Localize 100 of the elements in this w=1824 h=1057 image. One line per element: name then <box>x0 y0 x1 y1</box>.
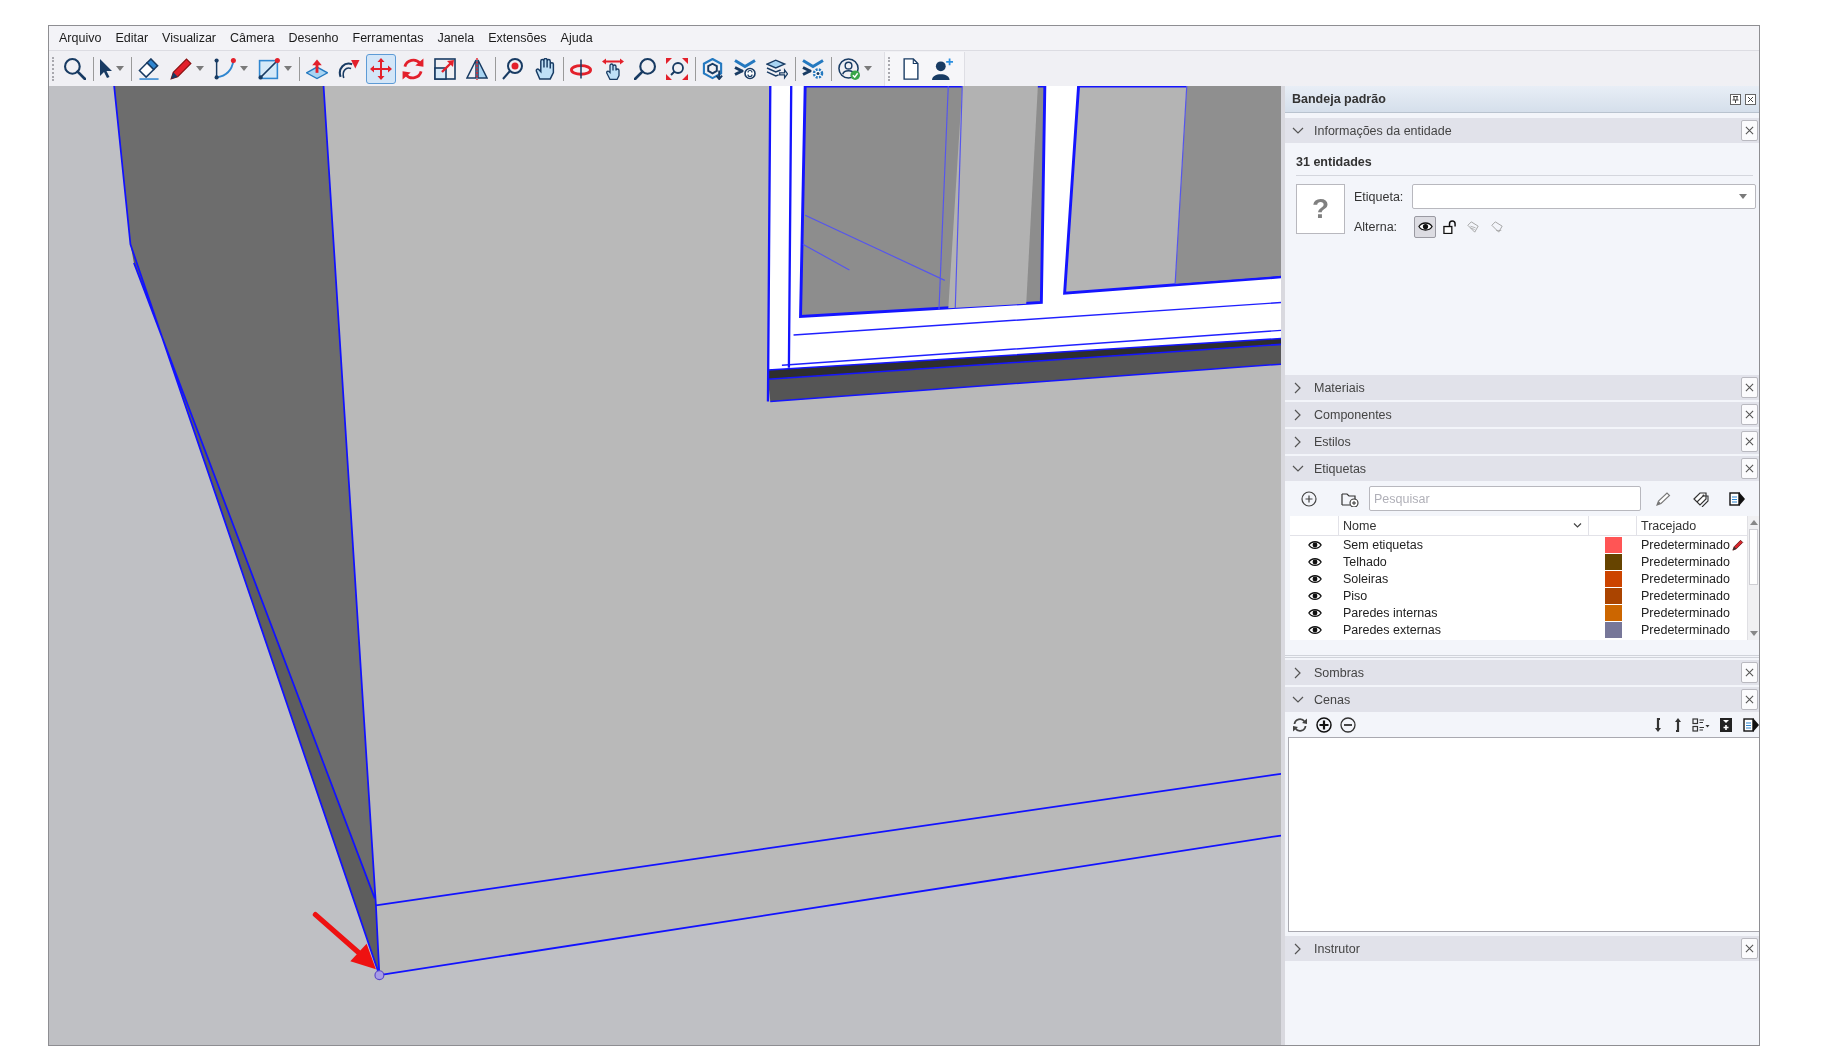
close-button[interactable] <box>1741 431 1758 452</box>
section-header[interactable]: Cenas <box>1285 687 1759 712</box>
close-button[interactable] <box>1741 458 1758 479</box>
column-header[interactable]: Nome <box>1339 516 1589 535</box>
mirror-triangle-icon <box>466 57 488 80</box>
section-header[interactable]: Estilos <box>1285 429 1759 454</box>
hexagon-download-icon <box>702 57 724 80</box>
tags-button[interactable] <box>1693 490 1709 507</box>
scrollbar[interactable] <box>1747 516 1759 640</box>
menu-item[interactable]: Extensões <box>481 27 554 49</box>
tag-name[interactable]: Soleiras <box>1343 571 1389 586</box>
add-scene-button[interactable] <box>1316 716 1332 733</box>
close-button[interactable] <box>1741 689 1758 710</box>
eye-icon[interactable] <box>1307 573 1322 584</box>
close-icon[interactable] <box>1745 93 1756 105</box>
eye-icon <box>1417 221 1433 232</box>
section-header[interactable]: Etiquetas <box>1285 456 1759 481</box>
field-label: Alterna: <box>1354 219 1399 234</box>
section-header[interactable]: Materiais <box>1285 375 1759 400</box>
add-user-icon <box>932 57 954 80</box>
color-swatch-icon[interactable] <box>1604 536 1622 553</box>
add-tag-button[interactable] <box>1301 490 1317 507</box>
endpoint-marker-icon <box>374 970 385 981</box>
close-button[interactable] <box>1741 377 1758 398</box>
dash-style[interactable]: Predeterminado <box>1641 554 1730 569</box>
section-title: Instrutor <box>1314 941 1360 956</box>
document-arrow-button[interactable] <box>1743 716 1759 733</box>
dash-style[interactable]: Predeterminado <box>1641 605 1730 620</box>
menu-item[interactable]: Desenho <box>281 27 346 49</box>
dash-style[interactable]: Predeterminado <box>1641 588 1730 603</box>
color-swatch-icon[interactable] <box>1604 553 1622 570</box>
hook-up-arrow-icon <box>1674 716 1682 733</box>
padlock-icon <box>1442 219 1456 234</box>
column-header[interactable]: Tracejado <box>1637 516 1747 535</box>
eye-icon[interactable] <box>1307 590 1322 601</box>
search-icon <box>64 57 86 80</box>
close-icon <box>1745 464 1754 473</box>
tag-name[interactable]: Paredes externas <box>1343 622 1441 637</box>
dash-style[interactable]: Predeterminado <box>1641 571 1730 586</box>
tag-name[interactable]: Piso <box>1343 588 1368 603</box>
color-swatch-icon[interactable] <box>1604 621 1622 638</box>
arrow-cursor-icon <box>100 59 112 78</box>
plus-circle-icon <box>1301 490 1317 507</box>
color-swatch-icon[interactable] <box>1604 604 1622 621</box>
add-folder-button[interactable] <box>1341 490 1359 507</box>
view-options-button[interactable] <box>1692 716 1710 733</box>
section-header[interactable]: Sombras <box>1285 660 1759 685</box>
section-header[interactable]: Instrutor <box>1285 936 1759 961</box>
user-check-icon <box>838 57 860 80</box>
close-button[interactable] <box>1741 120 1758 141</box>
dash-style[interactable]: Predeterminado <box>1641 622 1730 637</box>
pan-hand-icon <box>602 57 624 80</box>
target-pin-icon <box>502 57 524 80</box>
refresh-button[interactable] <box>1292 716 1308 733</box>
scene-details-button[interactable] <box>1718 716 1734 733</box>
close-button[interactable] <box>1741 938 1758 959</box>
scrollbar-thumb[interactable] <box>1749 529 1758 585</box>
menu-item[interactable]: Visualizar <box>155 27 223 49</box>
color-swatch-icon[interactable] <box>1604 570 1622 587</box>
eye-icon[interactable] <box>1307 607 1322 618</box>
close-icon <box>1745 410 1754 419</box>
rectangle-icon <box>258 57 280 80</box>
stack-gear-icon <box>802 57 824 80</box>
tag-pencil-button[interactable] <box>1655 490 1671 507</box>
search-field[interactable]: Pesquisar <box>1369 486 1641 511</box>
tag-name[interactable]: Sem etiquetas <box>1343 537 1423 552</box>
toggle-button[interactable] <box>1414 215 1436 238</box>
menu-item[interactable]: Ajuda <box>553 27 600 49</box>
section-header[interactable]: Componentes <box>1285 402 1759 427</box>
document-arrow-button[interactable] <box>1729 490 1745 507</box>
close-icon <box>1745 944 1754 953</box>
tag-name[interactable]: Telhado <box>1343 554 1387 569</box>
curved-arrow-icon <box>338 57 360 80</box>
eye-icon[interactable] <box>1307 556 1322 567</box>
scroll-up-icon[interactable] <box>1749 520 1758 525</box>
move-up-button[interactable] <box>1674 716 1682 733</box>
field-label: Etiqueta: <box>1354 189 1405 204</box>
section-title: Materiais <box>1314 380 1365 395</box>
close-button[interactable] <box>1741 404 1758 425</box>
menu-item[interactable]: Editar <box>108 27 156 49</box>
box-up-arrow-icon <box>306 57 328 80</box>
arc-icon <box>214 57 236 80</box>
color-swatch-icon[interactable] <box>1604 587 1622 604</box>
eye-icon[interactable] <box>1307 539 1322 550</box>
eye-icon[interactable] <box>1307 624 1322 635</box>
minus-circle-icon <box>1340 716 1356 733</box>
pin-icon[interactable] <box>1730 93 1741 105</box>
dash-style[interactable]: Predeterminado <box>1641 537 1730 552</box>
move-down-button[interactable] <box>1654 716 1662 733</box>
menu-item[interactable]: Ferramentas <box>345 27 431 49</box>
close-button[interactable] <box>1741 662 1758 683</box>
menu-item[interactable]: Janela <box>430 27 482 49</box>
menu-item[interactable]: Arquivo <box>52 27 109 49</box>
remove-scene-button[interactable] <box>1340 716 1356 733</box>
section-header[interactable]: Informações da entidade <box>1285 118 1759 143</box>
hand-icon <box>534 57 556 80</box>
menu-item[interactable]: Câmera <box>223 27 282 49</box>
scroll-down-icon[interactable] <box>1749 631 1758 636</box>
tag-name[interactable]: Paredes internas <box>1343 605 1438 620</box>
close-icon <box>1745 695 1754 704</box>
